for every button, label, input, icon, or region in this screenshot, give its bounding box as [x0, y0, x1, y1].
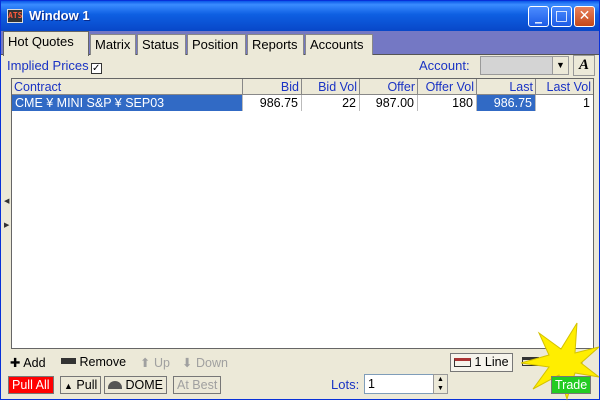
at-best-button[interactable]: At Best	[173, 376, 222, 394]
app-logo-icon: ATS	[7, 9, 23, 23]
tab-position[interactable]: Position	[187, 34, 246, 55]
splitter-left-arrow-icon[interactable]: ◀	[4, 197, 9, 207]
cell-bid: 986.75	[243, 95, 302, 111]
pull-all-button[interactable]: Pull All	[8, 376, 54, 394]
remove-button[interactable]: Remove	[61, 355, 126, 369]
dome-label: DOME	[125, 378, 163, 392]
close-button[interactable]: ✕	[574, 6, 595, 27]
column-header-last[interactable]: Last	[477, 79, 536, 95]
column-header-offer-vol[interactable]: Offer Vol	[418, 79, 477, 95]
tab-hot-quotes[interactable]: Hot Quotes	[3, 31, 89, 56]
down-button[interactable]: ⬇ Down	[182, 355, 228, 370]
lots-input[interactable]: 1	[364, 374, 434, 394]
font-button[interactable]: A	[573, 55, 595, 76]
cell-offer-vol: 180	[418, 95, 477, 111]
cell-last: 986.75	[477, 95, 536, 111]
grid-header: Contract Bid Bid Vol Offer Offer Vol Las…	[12, 79, 593, 95]
add-label: Add	[23, 356, 46, 370]
one-line-button[interactable]: 1 Line	[450, 353, 513, 372]
tab-matrix[interactable]: Matrix	[90, 34, 136, 55]
implied-prices-checkbox[interactable]: ✓	[90, 63, 102, 74]
cell-last-vol: 1	[583, 96, 590, 110]
dome-button[interactable]: DOME	[104, 376, 167, 394]
up-button[interactable]: ⬆ Up	[140, 355, 170, 370]
chevron-down-icon[interactable]: ▼	[552, 57, 568, 74]
account-label: Account:	[419, 58, 470, 73]
minus-icon	[61, 358, 76, 364]
one-line-label: 1 Line	[474, 355, 509, 369]
lots-stepper[interactable]: ▲ ▼	[433, 374, 448, 394]
window-title: Window 1	[29, 8, 90, 23]
pull-button[interactable]: ▲ Pull	[60, 376, 102, 394]
remove-label: Remove	[79, 355, 127, 369]
up-label: Up	[153, 356, 170, 370]
pull-label: Pull	[76, 378, 98, 392]
implied-prices-toggle[interactable]: Implied Prices ✓	[7, 58, 102, 74]
add-button[interactable]: ✚ Add	[10, 355, 46, 370]
one-line-icon	[454, 358, 471, 367]
cell-offer: 987.00	[360, 95, 418, 111]
tab-reports[interactable]: Reports	[247, 34, 304, 55]
title-bar[interactable]: ATS Window 1 _ □ ✕	[1, 1, 599, 31]
dome-icon	[108, 381, 122, 389]
column-header-last-vol[interactable]: Last Vol	[536, 79, 593, 95]
app-window: ATS Window 1 _ □ ✕ Hot Quotes Matrix Sta…	[0, 0, 600, 401]
splitter-right-arrow-icon[interactable]: ▶	[4, 221, 9, 231]
plus-icon: ✚	[10, 356, 21, 370]
column-header-offer[interactable]: Offer	[360, 79, 418, 95]
column-header-contract[interactable]: Contract	[12, 79, 243, 95]
arrow-down-icon: ⬇	[182, 356, 193, 370]
implied-prices-label: Implied Prices	[7, 58, 89, 73]
down-label: Down	[195, 356, 228, 370]
table-row[interactable]: CME ¥ MINI S&P ¥ SEP03 986.75 22 987.00 …	[12, 95, 593, 111]
column-header-bid-vol[interactable]: Bid Vol	[302, 79, 360, 95]
minimize-button[interactable]: _	[528, 6, 549, 27]
lots-label: Lots:	[331, 377, 360, 392]
trade-button[interactable]: Trade	[551, 376, 592, 394]
hot-quotes-grid[interactable]: Contract Bid Bid Vol Offer Offer Vol Las…	[11, 78, 594, 349]
column-header-bid[interactable]: Bid	[243, 79, 302, 95]
cell-contract: CME ¥ MINI S&P ¥ SEP03	[12, 95, 243, 111]
tab-accounts[interactable]: Accounts	[305, 34, 373, 55]
two-lines-label: 2 Lines	[542, 354, 583, 368]
arrow-up-icon: ⬆	[140, 356, 151, 370]
tab-status[interactable]: Status	[137, 34, 186, 55]
cell-bid-vol: 22	[302, 95, 360, 111]
two-lines-button[interactable]: 2 Lines	[519, 353, 586, 372]
two-lines-icon	[522, 357, 539, 366]
stepper-down-icon[interactable]: ▼	[434, 384, 447, 393]
tab-strip: Hot Quotes Matrix Status Position Report…	[1, 31, 599, 56]
caret-up-icon: ▲	[64, 381, 73, 391]
maximize-button[interactable]: □	[551, 6, 572, 27]
account-select[interactable]: ▼	[480, 56, 569, 75]
stepper-up-icon[interactable]: ▲	[434, 375, 447, 384]
